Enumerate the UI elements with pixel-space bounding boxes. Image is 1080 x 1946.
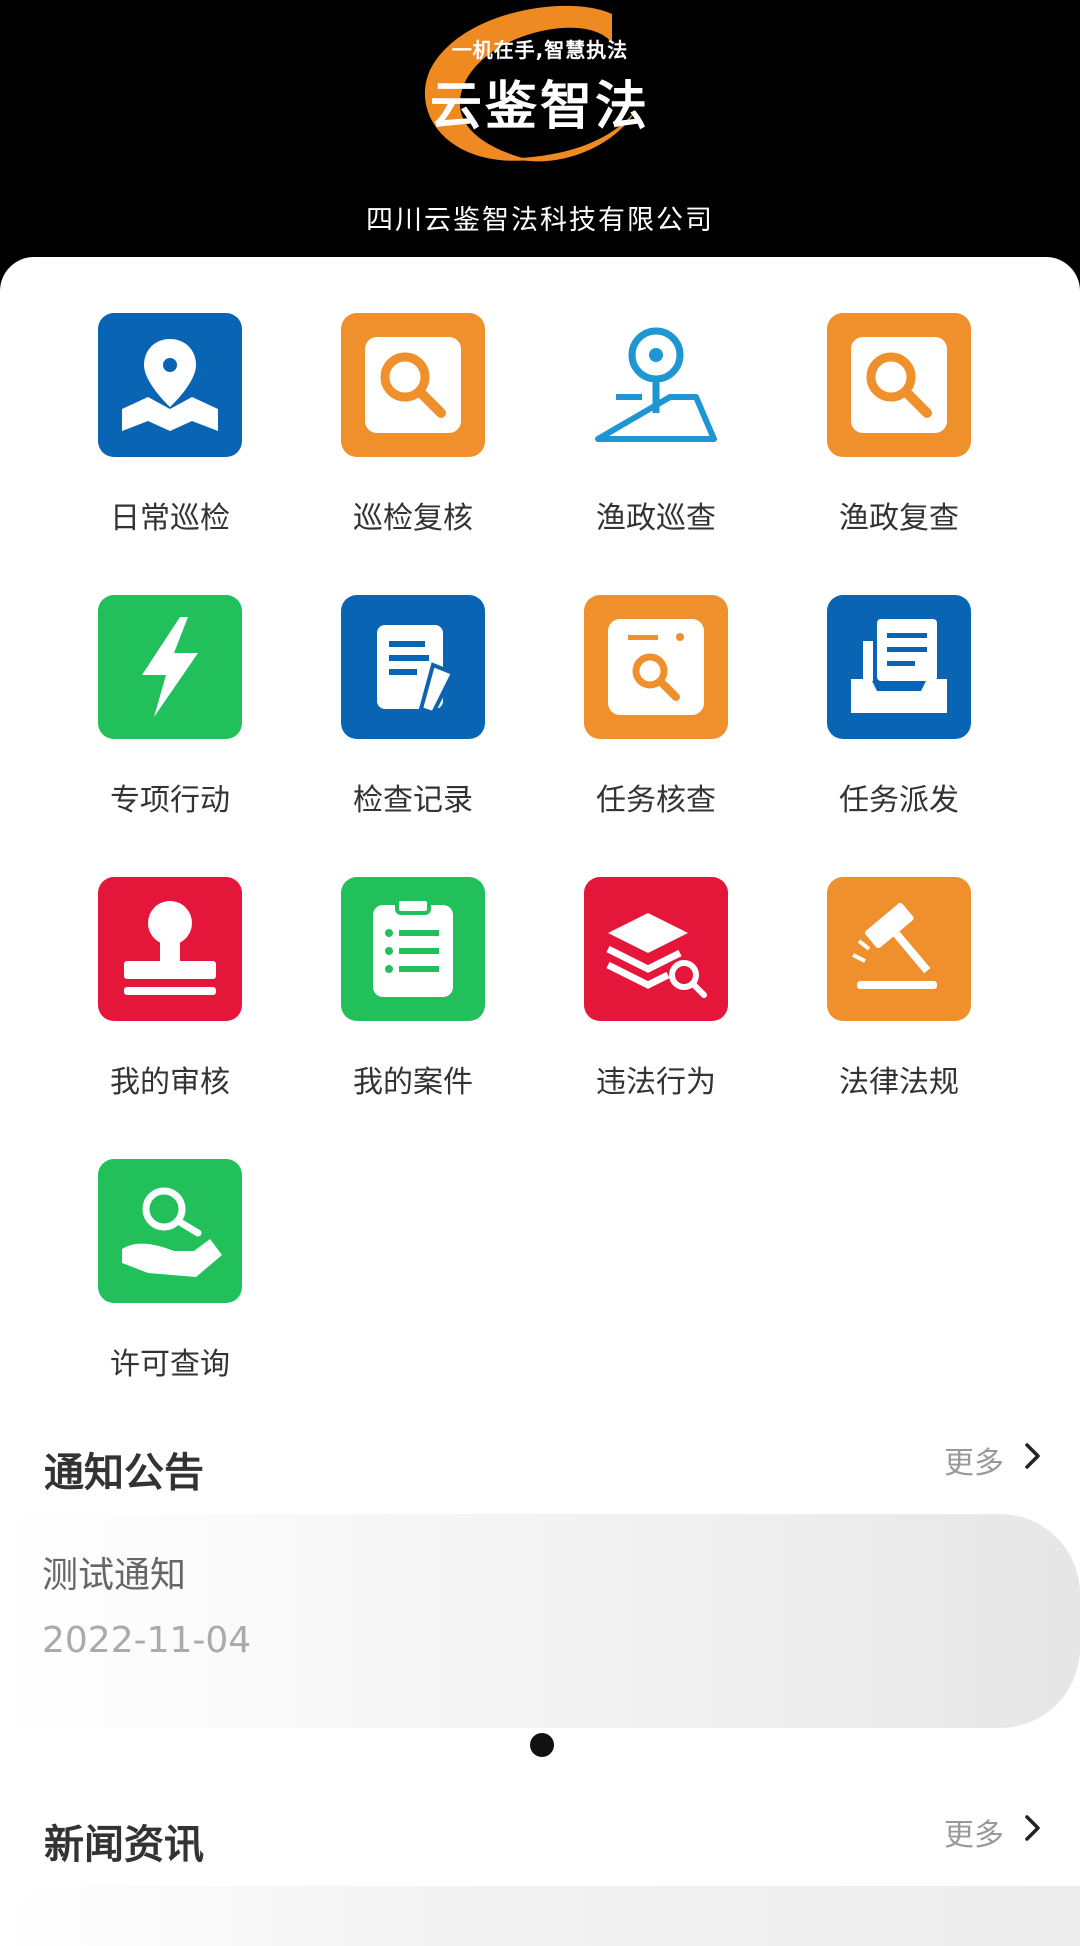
clipboard-icon (341, 877, 485, 1021)
news-more-link[interactable]: 更多 (944, 1810, 1004, 1854)
location-pin-icon (584, 313, 728, 457)
grid-item-task-dispatch[interactable]: 任务派发 (786, 595, 986, 835)
search-icon (341, 313, 485, 457)
brand-logo: 一机在手,智慧执法 云鉴智法 (400, 0, 680, 170)
grid-item-my-cases[interactable]: 我的案件 (300, 877, 500, 1117)
news-section-title: 新闻资讯 (44, 1822, 204, 1868)
grid-item-daily-inspection[interactable]: 日常巡检 (57, 313, 257, 553)
gavel-icon (827, 877, 971, 1021)
news-item-card[interactable] (0, 1886, 1080, 1946)
grid-label: 专项行动 (110, 783, 230, 818)
notice-item-date: 2022-11-04 (42, 1620, 252, 1661)
slogan: 一机在手,智慧执法 (451, 38, 629, 62)
grid-label: 任务派发 (839, 783, 959, 818)
search-icon (827, 313, 971, 457)
grid-label: 渔政巡查 (596, 501, 716, 536)
grid-item-fishery-patrol[interactable]: 渔政巡查 (543, 313, 743, 553)
grid-label: 巡检复核 (353, 501, 473, 536)
grid-label: 我的案件 (353, 1065, 473, 1100)
grid-item-permit-query[interactable]: 许可查询 (57, 1159, 257, 1399)
grid-item-my-review[interactable]: 我的审核 (57, 877, 257, 1117)
notice-more-link[interactable]: 更多 (944, 1438, 1004, 1482)
brand-name: 云鉴智法 (429, 77, 650, 137)
hand-search-icon (98, 1159, 242, 1303)
carousel-indicator (530, 1733, 554, 1757)
inbox-icon (827, 595, 971, 739)
stamp-icon (98, 877, 242, 1021)
grid-item-inspection-record[interactable]: 检查记录 (300, 595, 500, 835)
grid-label: 许可查询 (110, 1347, 230, 1382)
layers-search-icon (584, 877, 728, 1021)
chevron-right-icon[interactable] (1018, 1813, 1048, 1843)
lightning-icon (98, 595, 242, 739)
grid-label: 日常巡检 (110, 501, 230, 536)
grid-label: 检查记录 (353, 783, 473, 818)
grid-item-violations[interactable]: 违法行为 (543, 877, 743, 1117)
inspect-icon (584, 595, 728, 739)
chevron-right-icon[interactable] (1018, 1441, 1048, 1471)
grid-label: 任务核查 (596, 783, 716, 818)
grid-label: 我的审核 (110, 1065, 230, 1100)
grid-label: 渔政复查 (839, 501, 959, 536)
grid-label: 法律法规 (839, 1065, 959, 1100)
grid-item-task-verify[interactable]: 任务核查 (543, 595, 743, 835)
grid-item-laws[interactable]: 法律法规 (786, 877, 986, 1117)
notice-section-title: 通知公告 (44, 1450, 204, 1496)
header-banner: 一机在手,智慧执法 云鉴智法 四川云鉴智法科技有限公司 (0, 0, 1080, 300)
document-edit-icon (341, 595, 485, 739)
grid-item-special-action[interactable]: 专项行动 (57, 595, 257, 835)
notice-item-title: 测试通知 (42, 1555, 187, 1596)
grid-label: 违法行为 (596, 1065, 716, 1100)
grid-item-inspection-review[interactable]: 巡检复核 (300, 313, 500, 553)
company-name: 四川云鉴智法科技有限公司 (366, 205, 714, 236)
grid-item-fishery-recheck[interactable]: 渔政复查 (786, 313, 986, 553)
map-pin-icon (98, 313, 242, 457)
